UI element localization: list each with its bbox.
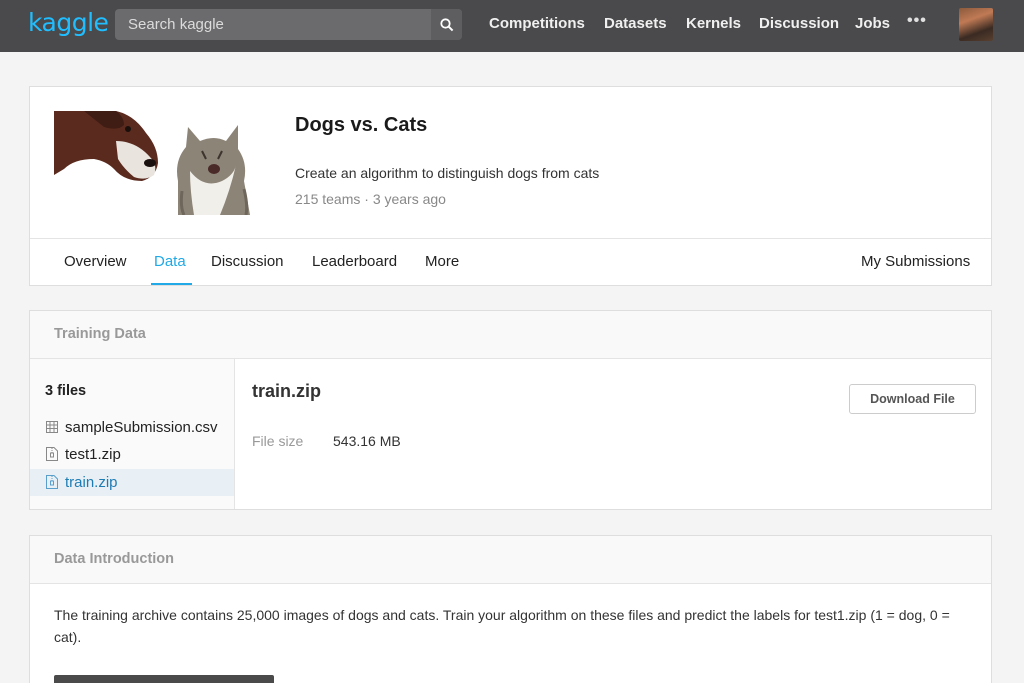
search-icon [439,17,453,31]
search-input[interactable]: Search kaggle [128,16,224,33]
files-count: 3 files [45,383,87,399]
file-list-pane: 3 files sampleSubmission.csv test1.zip t… [30,359,235,509]
file-item-selected[interactable]: train.zip [30,469,234,496]
tab-more[interactable]: More [425,253,459,270]
data-introduction-text: The training archive contains 25,000 ima… [54,607,950,645]
tab-data[interactable]: Data [154,253,186,270]
cut-off-heading [54,675,274,683]
data-introduction-header: Data Introduction [30,536,991,584]
more-menu-icon[interactable]: ••• [907,12,927,30]
zip-file-icon [46,475,58,489]
nav-kernels[interactable]: Kernels [686,15,741,32]
data-introduction-card: Data Introduction The training archive c… [29,535,992,683]
training-data-title: Training Data [54,326,146,342]
tab-discussion[interactable]: Discussion [211,253,284,270]
competition-meta: 215 teams · 3 years ago [295,191,446,207]
training-data-card: Training Data 3 files sampleSubmission.c… [29,310,992,510]
data-introduction-title: Data Introduction [54,551,175,567]
table-icon [46,421,58,433]
selected-file-title: train.zip [252,381,322,401]
download-file-button[interactable]: Download File [849,384,976,414]
file-item[interactable]: test1.zip [30,441,234,468]
dog-and-cat-image [54,111,250,215]
kaggle-logo[interactable]: kaggle [28,8,109,37]
file-name: test1.zip [65,446,121,463]
nav-datasets[interactable]: Datasets [604,15,667,32]
file-size-label: File size [252,433,304,449]
search-box[interactable]: Search kaggle [115,9,462,40]
training-data-header: Training Data [30,311,991,359]
file-size-value: 543.16 MB [333,433,401,449]
top-navigation-bar: kaggle Search kaggle Competitions Datase… [0,0,1024,52]
competition-header-card: Dogs vs. Cats Create an algorithm to dis… [29,86,992,286]
active-tab-indicator [151,283,192,285]
competition-title: Dogs vs. Cats [295,114,428,136]
file-name: sampleSubmission.csv [65,419,218,436]
tab-leaderboard[interactable]: Leaderboard [312,253,397,270]
competition-tabs: Overview Data Discussion Leaderboard Mor… [30,238,991,285]
nav-discussion[interactable]: Discussion [759,15,839,32]
tab-overview[interactable]: Overview [64,253,127,270]
my-submissions-link[interactable]: My Submissions [861,253,970,270]
file-name: train.zip [65,474,118,491]
nav-jobs[interactable]: Jobs [855,15,890,32]
nav-competitions[interactable]: Competitions [489,15,585,32]
search-button[interactable] [431,9,462,40]
file-item[interactable]: sampleSubmission.csv [30,414,234,441]
zip-file-icon [46,447,58,461]
user-avatar[interactable] [959,8,993,41]
competition-description: Create an algorithm to distinguish dogs … [295,165,600,181]
